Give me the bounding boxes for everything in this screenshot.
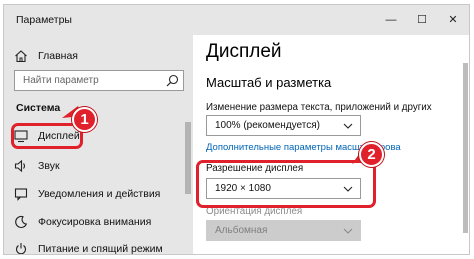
search-box[interactable] [14, 70, 184, 91]
speaker-icon [14, 159, 26, 173]
sidebar-item-notifications[interactable]: Уведомления и действия [14, 185, 160, 203]
sidebar-section-title: Система [16, 102, 61, 114]
sidebar-item-power[interactable]: Питание и спящий режим [14, 240, 163, 255]
sidebar-item-label: Питание и спящий режим [38, 243, 163, 255]
window-title: Параметры [16, 14, 72, 26]
sidebar-item-focus[interactable]: Фокусировка внимания [14, 213, 151, 231]
sidebar-item-label: Главная [38, 50, 78, 62]
home-icon [15, 50, 27, 63]
search-icon[interactable] [166, 74, 179, 87]
callout-badge-2: 2 [359, 142, 384, 167]
orientation-dropdown-value: Альбомная [215, 225, 268, 236]
maximize-button[interactable]: ☐ [411, 10, 433, 30]
minimize-button[interactable]: — [380, 10, 402, 30]
sidebar-scrollbar-thumb[interactable] [185, 122, 191, 194]
close-button[interactable]: ✕ [442, 10, 464, 30]
settings-window: Параметры — ☐ ✕ Главная Система Ди [3, 4, 470, 255]
section-heading: Масштаб и разметка [206, 75, 332, 90]
power-icon [16, 243, 26, 254]
display-highlight-frame [11, 123, 83, 149]
notification-icon [14, 188, 28, 201]
title-bar[interactable]: Параметры — ☐ ✕ [4, 5, 469, 35]
main-scrollbar-thumb[interactable] [463, 63, 468, 233]
resolution-highlight-frame [196, 160, 376, 208]
sidebar-item-label: Фокусировка внимания [38, 216, 152, 228]
sidebar-item-sound[interactable]: Звук [14, 157, 60, 175]
page-title: Дисплей [206, 41, 282, 62]
main-panel: Дисплей Масштаб и разметка Изменение раз… [193, 35, 469, 254]
chevron-down-icon [343, 228, 353, 234]
sidebar: Главная Система Дисплей Звук [4, 35, 193, 255]
sidebar-item-home[interactable]: Главная [14, 47, 78, 65]
search-input[interactable] [15, 71, 165, 90]
sidebar-item-label: Уведомления и действия [38, 188, 161, 200]
orientation-dropdown[interactable]: Альбомная [206, 220, 361, 241]
scale-dropdown-value: 100% (рекомендуется) [215, 120, 320, 131]
moon-icon [15, 215, 28, 228]
chevron-down-icon [343, 123, 353, 129]
scale-dropdown[interactable]: 100% (рекомендуется) [206, 115, 361, 136]
callout-badge-1: 1 [72, 107, 97, 132]
sidebar-item-label: Звук [38, 160, 60, 172]
